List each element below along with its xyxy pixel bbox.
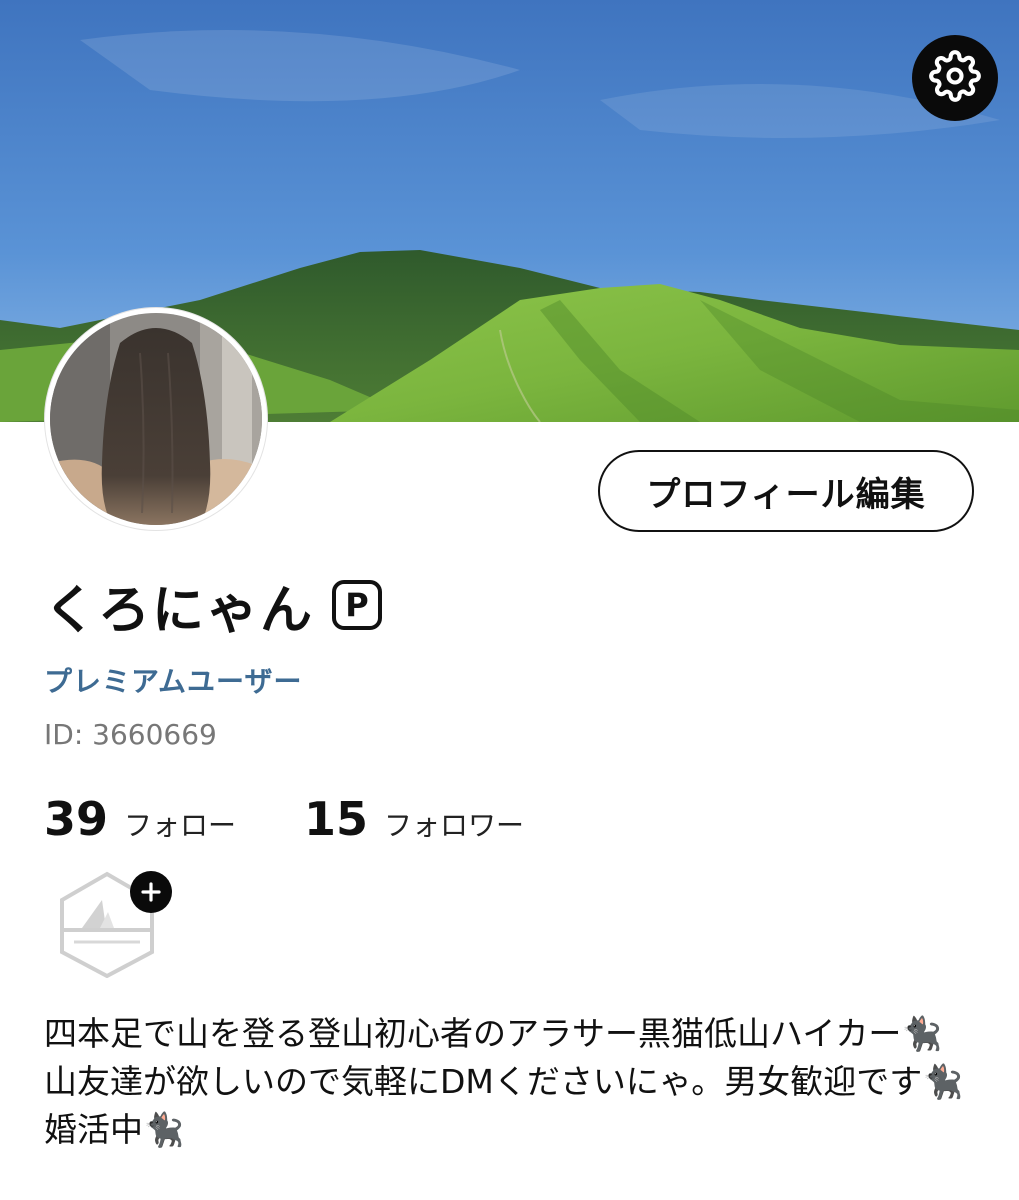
followers-count: 15 bbox=[304, 792, 369, 846]
edit-profile-button[interactable]: プロフィール編集 bbox=[598, 450, 974, 532]
following-label: フォロー bbox=[124, 809, 237, 842]
followers-label: フォロワー bbox=[384, 809, 525, 842]
premium-badge-icon: P bbox=[332, 580, 383, 630]
display-name: くろにゃん bbox=[44, 580, 315, 641]
premium-user-label: プレミアムユーザー bbox=[44, 665, 303, 698]
profile-bio: 四本足で山を登る登山初心者のアラサー黒猫低山ハイカー🐈‍⬛ 山友達が欲しいので気… bbox=[44, 1014, 974, 1149]
name-row: くろにゃん P bbox=[44, 570, 383, 641]
plus-icon bbox=[130, 871, 172, 913]
following-count: 39 bbox=[44, 792, 109, 846]
following-stat[interactable]: 39 フォロー bbox=[44, 792, 236, 846]
follow-stats: 39 フォロー 15 フォロワー bbox=[44, 792, 524, 852]
user-id: ID: 3660669 bbox=[44, 718, 217, 751]
avatar[interactable] bbox=[45, 308, 267, 530]
add-badge-button[interactable] bbox=[52, 868, 172, 978]
gear-icon bbox=[929, 50, 981, 106]
followers-stat[interactable]: 15 フォロワー bbox=[304, 792, 524, 846]
settings-button[interactable] bbox=[912, 35, 998, 121]
